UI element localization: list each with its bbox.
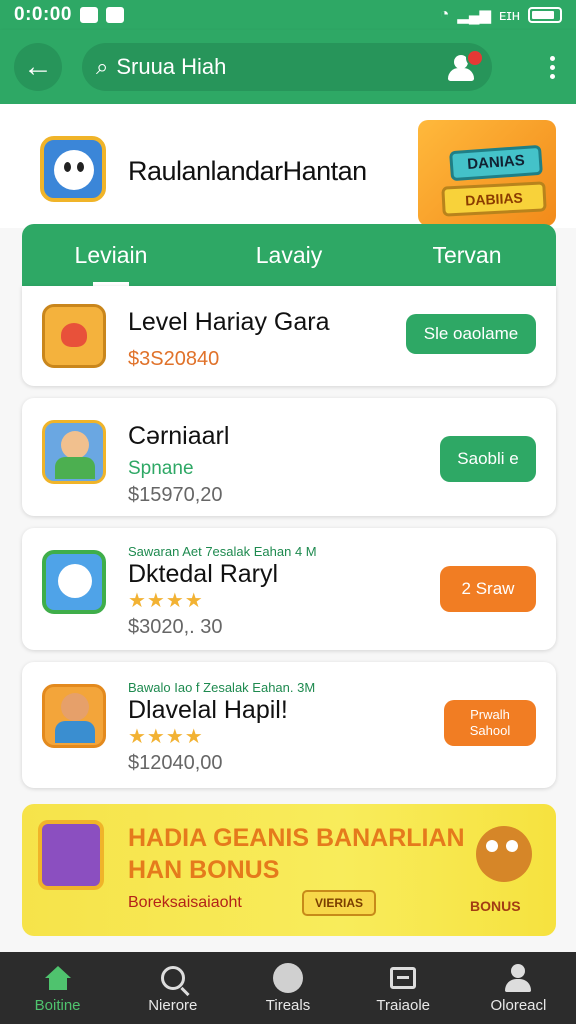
wifi-icon: ◔ [439,6,450,23]
notification-icon [79,7,98,23]
card-price: $3S20840 [128,348,220,370]
card-title: Dktedal Raryl [128,560,279,588]
mascot-logo-icon [40,136,106,202]
tab-lavaiy[interactable]: Lavaiy [200,224,378,286]
account-icon [503,963,533,993]
more-menu-button[interactable] [542,55,562,79]
nav-item-tireals[interactable]: Tireals [230,952,345,1024]
card-price: $12040,00 [128,752,223,774]
tab-tervan[interactable]: Tervan [378,224,556,286]
card-action-button[interactable]: 2 Sraw [440,566,536,612]
search-icon: ⌕ [96,54,109,79]
search-input[interactable]: Sruua Hiah [116,54,226,80]
profile-notification-button[interactable] [446,49,484,81]
card-tag: Sawaran Aet 7esalak Eahan 4 M [128,544,317,559]
treasure-chest-icon [38,820,104,890]
search-icon [158,963,188,993]
nav-item-home[interactable]: Boitine [0,952,115,1024]
circle-icon [273,962,303,993]
wallet-icon [42,304,106,368]
card-price: $3020,. 30 [128,616,223,638]
hero-art-line2: DABIIAS [441,181,547,217]
card-action-button[interactable]: Saobli e [440,436,536,482]
home-icon [43,963,73,993]
nav-label: Traiaole [376,996,431,1014]
mascot-icon [42,550,106,614]
banner-headline-2: HAN BONUS [128,856,280,884]
rating-stars: ★★★★ [128,726,204,748]
avatar [42,420,106,484]
hero-title: RaulanlandarHantan [128,156,367,186]
list-item[interactable]: Cərniaarl Spnane $15970,20 Saobli e [22,398,556,516]
list-item[interactable]: Bawalo Iao f Zesalak Eahan. 3M Dlavelal … [22,662,556,788]
app-icon [105,7,124,23]
carrier-label: ᴇɪʜ [499,6,520,24]
signal-icon: ▂▄▆ [457,7,492,24]
search-bar[interactable]: ⌕ Sruua Hiah [82,43,492,91]
card-action-button[interactable]: Prwalh Sahool [444,700,536,746]
card-price: $15970,20 [128,484,223,506]
status-right: ◔ ▂▄▆ ᴇɪʜ [440,6,562,24]
card-action-button[interactable]: Sle oaolame [406,314,536,354]
nav-label: Nierore [148,996,198,1014]
bonus-banner[interactable]: HADIA GEANIS BANARLIAN HAN BONUS Boreksa… [22,804,556,936]
tab-bar: Leviain Lavaiy Tervan [22,224,556,286]
card-tag: Bawalo Iao f Zesalak Eahan. 3M [128,680,316,695]
card-title: Level Hariay Gara [128,308,330,336]
main-content: RaulanlandarHantan DANIAS DABIIAS Leviai… [0,104,576,952]
nav-label: Boitine [34,996,81,1014]
app-bar: ← ⌕ Sruua Hiah [0,30,576,104]
hero-art-line1: DANIAS [449,144,543,182]
list-item[interactable]: Sawaran Aet 7esalak Eahan 4 M Dktedal Ra… [22,528,556,650]
banner-badge[interactable]: VIERIAS [302,890,376,916]
status-time: 0:0:00 [14,4,72,25]
inbox-icon [388,963,418,993]
card-title: Cərniaarl [128,422,230,450]
rating-stars: ★★★★ [128,590,204,612]
bonus-label: BONUS [470,898,521,914]
card-title: Dlavelal Hapil! [128,696,288,724]
nav-label: Tireals [265,996,311,1014]
bonus-mascot-icon [476,826,532,882]
tab-leviain[interactable]: Leviain [22,224,200,286]
nav-item-traiaole[interactable]: Traiaole [346,952,461,1024]
back-button[interactable]: ← [14,43,62,91]
bottom-navigation: Boitine Nierore Tireals Traiaole Oloreac… [0,952,576,1024]
list-item[interactable]: Level Hariay Gara $3S20840 Sle oaolame [22,286,556,386]
nav-label: Oloreacl [490,996,547,1014]
avatar [42,684,106,748]
battery-icon [528,7,562,23]
hero-section: RaulanlandarHantan DANIAS DABIIAS [0,104,576,228]
banner-headline-1: HADIA GEANIS BANARLIAN [128,824,465,852]
arrow-left-icon: ← [23,50,53,83]
nav-item-account[interactable]: Oloreacl [461,952,576,1024]
status-bar: 0:0:00 ◔ ▂▄▆ ᴇɪʜ [0,0,576,30]
banner-promo-text: Boreksaisaiaoht [128,894,242,911]
notification-badge [466,49,484,67]
card-subtitle: Spnane [128,458,194,479]
hero-promo-art[interactable]: DANIAS DABIIAS [418,120,556,226]
nav-item-search[interactable]: Nierore [115,952,230,1024]
